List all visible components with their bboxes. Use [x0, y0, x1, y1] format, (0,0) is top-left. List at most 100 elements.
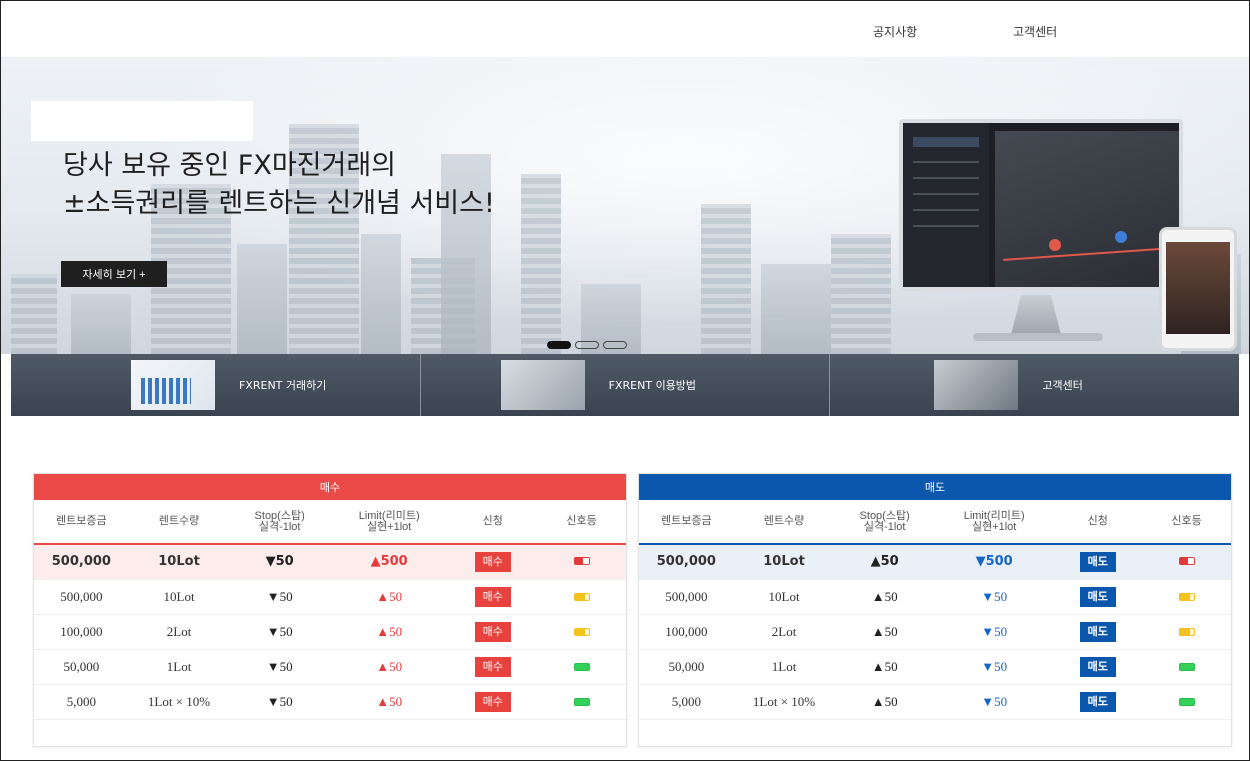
col-header-limit: Limit(리미트) 실현+1lot: [358, 509, 420, 533]
hero-headline-line1: 당사 보유 중인 FX마진거래의: [63, 150, 397, 181]
nav-support-link[interactable]: 고객센터: [1013, 23, 1057, 40]
service-link-trade[interactable]: FXRENT 거래하기: [11, 354, 420, 416]
building-graphic: [761, 264, 831, 354]
limit-cell: ▼50: [934, 684, 1054, 720]
qty-cell: 1Lot × 10%: [733, 684, 835, 720]
stop-cell: ▼50: [229, 579, 330, 615]
qty-cell: 10Lot: [128, 579, 230, 615]
stop-cell: ▲50: [834, 649, 935, 685]
buy-button[interactable]: 매수: [474, 691, 511, 712]
col-header-signal: 신호등: [1171, 515, 1202, 527]
monitor-sidebar-graphic: [903, 123, 989, 287]
table-row: 5,000 1Lot × 10% ▲50 ▼50 매도: [639, 684, 1231, 720]
limit-cell: ▲50: [329, 579, 449, 615]
sell-button[interactable]: 매도: [1079, 551, 1116, 572]
signal-light-icon: [573, 627, 590, 636]
table-row: 100,000 2Lot ▼50 ▲50 매수: [34, 614, 626, 650]
service-link-label: FXRENT 이용방법: [608, 379, 697, 392]
signal-cell: [1142, 649, 1231, 685]
office-photo-icon: [934, 360, 1019, 410]
more-details-button[interactable]: 자세히 보기 +: [61, 261, 167, 287]
monitor-illustration: [899, 119, 1183, 291]
qty-cell: 1Lot: [733, 649, 835, 685]
signal-cell: [537, 684, 626, 720]
service-link-guide[interactable]: FXRENT 이용방법: [419, 354, 830, 416]
deposit-cell: 500,000: [34, 544, 129, 580]
building-graphic: [701, 204, 751, 354]
qty-cell: 10Lot: [128, 544, 230, 580]
hero-banner: 당사 보유 중인 FX마진거래의 ±소득권리를 렌트하는 신개념 서비스! 자세…: [1, 57, 1249, 354]
monitor-chart-graphic: [995, 131, 1179, 287]
hero-headline: 당사 보유 중인 FX마진거래의 ±소득권리를 렌트하는 신개념 서비스!: [63, 147, 623, 223]
table-row: 50,000 1Lot ▲50 ▼50 매도: [639, 649, 1231, 685]
apply-cell: 매도: [1053, 579, 1143, 615]
deposit-cell: 5,000: [34, 684, 129, 720]
deposit-cell: 500,000: [34, 579, 129, 615]
deposit-cell: 50,000: [639, 649, 734, 685]
chart-report-photo-icon: [131, 360, 215, 410]
col-header-limit: Limit(리미트) 실현+1lot: [963, 509, 1025, 533]
nav-notice-link[interactable]: 공지사항: [873, 23, 917, 40]
stop-cell: ▼50: [229, 544, 330, 580]
apply-cell: 매도: [1053, 544, 1143, 580]
col-header-apply: 신청: [1087, 515, 1108, 527]
col-header-stop: Stop(스탑) 실격-1lot: [859, 509, 910, 533]
table-row: 500,000 10Lot ▼50 ▲50 매수: [34, 579, 626, 615]
building-graphic: [237, 244, 287, 354]
slide-indicator: [547, 341, 627, 349]
signal-cell: [537, 614, 626, 650]
buy-button[interactable]: 매수: [474, 551, 511, 572]
qty-cell: 1Lot × 10%: [128, 684, 230, 720]
table-row: 100,000 2Lot ▲50 ▼50 매도: [639, 614, 1231, 650]
building-graphic: [361, 234, 401, 354]
slide-dot-2[interactable]: [575, 341, 599, 349]
signal-light-icon: [1178, 697, 1195, 706]
buy-button[interactable]: 매수: [474, 656, 511, 677]
signal-cell: [1142, 614, 1231, 650]
table-row: 500,000 10Lot ▲50 ▼500 매도: [639, 544, 1231, 580]
col-header-apply: 신청: [482, 515, 503, 527]
qty-cell: 10Lot: [733, 579, 835, 615]
limit-cell: ▼50: [934, 614, 1054, 650]
buy-panel: 매수 렌트보증금 렌트수량 Stop(스탑) 실격-1lot Limit(리미트…: [33, 473, 627, 747]
limit-cell: ▲50: [329, 684, 449, 720]
sell-button[interactable]: 매도: [1079, 621, 1116, 642]
slide-dot-3[interactable]: [603, 341, 627, 349]
apply-cell: 매수: [448, 649, 538, 685]
meeting-photo-icon: [500, 360, 585, 410]
service-link-label: 고객센터: [1042, 379, 1083, 392]
table-row: 500,000 10Lot ▼50 ▲500 매수: [34, 544, 626, 580]
signal-light-icon: [573, 662, 590, 671]
sell-panel-title: 매도: [639, 474, 1231, 500]
service-link-support[interactable]: 고객센터: [829, 354, 1239, 416]
sell-button[interactable]: 매도: [1079, 691, 1116, 712]
col-header-deposit: 렌트보증금: [661, 515, 712, 527]
limit-cell: ▼50: [934, 649, 1054, 685]
hero-headline-line2: ±소득권리를 렌트하는 신개념 서비스!: [63, 188, 495, 219]
slide-dot-1[interactable]: [547, 341, 571, 349]
sell-panel: 매도 렌트보증금 렌트수량 Stop(스탑) 실격-1lot Limit(리미트…: [638, 473, 1232, 747]
service-link-label: FXRENT 거래하기: [239, 379, 327, 392]
signal-cell: [1142, 579, 1231, 615]
phone-screen: [1166, 242, 1230, 334]
deposit-cell: 50,000: [34, 649, 129, 685]
deposit-cell: 100,000: [639, 614, 734, 650]
buy-button[interactable]: 매수: [474, 586, 511, 607]
qty-cell: 10Lot: [733, 544, 835, 580]
stop-cell: ▼50: [229, 684, 330, 720]
sell-button[interactable]: 매도: [1079, 586, 1116, 607]
apply-cell: 매수: [448, 614, 538, 650]
buy-table: 렌트보증금 렌트수량 Stop(스탑) 실격-1lot Limit(리미트) 실…: [34, 500, 626, 720]
top-nav: 공지사항 고객센터: [1, 1, 1249, 57]
buy-button[interactable]: 매수: [474, 621, 511, 642]
building-graphic: [831, 234, 891, 354]
apply-cell: 매도: [1053, 684, 1143, 720]
monitor-base: [973, 333, 1103, 341]
deposit-cell: 500,000: [639, 579, 734, 615]
qty-cell: 2Lot: [128, 614, 230, 650]
sell-button[interactable]: 매도: [1079, 656, 1116, 677]
stop-cell: ▲50: [834, 684, 935, 720]
deposit-cell: 5,000: [639, 684, 734, 720]
col-header-deposit: 렌트보증금: [56, 515, 107, 527]
building-graphic: [11, 274, 57, 354]
